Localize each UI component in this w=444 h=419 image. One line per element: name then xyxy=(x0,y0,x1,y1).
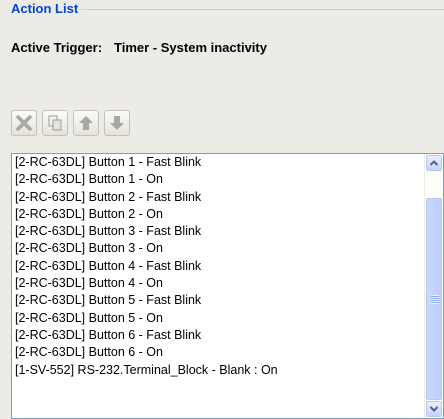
list-item[interactable]: [2-RC-63DL] Button 5 - On xyxy=(12,310,425,327)
action-listbox[interactable]: [2-RC-63DL] Button 1 - Fast Blink [2-RC-… xyxy=(11,153,444,419)
list-item[interactable]: [2-RC-63DL] Button 3 - Fast Blink xyxy=(12,223,425,240)
arrow-down-icon xyxy=(110,116,124,130)
group-box-line xyxy=(75,9,444,10)
arrow-up-icon xyxy=(79,116,93,130)
action-items: [2-RC-63DL] Button 1 - Fast Blink [2-RC-… xyxy=(12,154,425,418)
action-toolbar xyxy=(11,110,130,136)
list-item[interactable]: [2-RC-63DL] Button 2 - Fast Blink xyxy=(12,189,425,206)
scroll-up-button[interactable] xyxy=(426,155,442,171)
group-box-title: Action List xyxy=(11,1,82,16)
scrollbar-thumb[interactable] xyxy=(426,198,442,400)
chevron-up-icon xyxy=(429,160,439,166)
list-item[interactable]: [1-SV-552] RS-232.Terminal_Block - Blank… xyxy=(12,362,425,379)
list-item[interactable]: [2-RC-63DL] Button 2 - On xyxy=(12,206,425,223)
vertical-scrollbar[interactable] xyxy=(424,154,443,418)
list-item[interactable]: [2-RC-63DL] Button 1 - On xyxy=(12,171,425,188)
list-item[interactable]: [2-RC-63DL] Button 1 - Fast Blink xyxy=(12,154,425,171)
x-delete-icon xyxy=(16,115,32,131)
scrollbar-grip xyxy=(431,295,439,304)
list-item[interactable]: [2-RC-63DL] Button 6 - Fast Blink xyxy=(12,327,425,344)
list-item[interactable]: [2-RC-63DL] Button 4 - On xyxy=(12,275,425,292)
trigger-value: Timer - System inactivity xyxy=(114,40,267,55)
list-item[interactable]: [2-RC-63DL] Button 6 - On xyxy=(12,344,425,361)
list-item[interactable]: [2-RC-63DL] Button 4 - Fast Blink xyxy=(12,258,425,275)
trigger-label: Active Trigger: xyxy=(11,40,103,55)
move-down-button[interactable] xyxy=(104,110,130,136)
active-trigger-row: Active Trigger: Timer - System inactivity xyxy=(11,40,267,55)
copy-pages-icon xyxy=(48,115,62,131)
copy-action-button[interactable] xyxy=(42,110,68,136)
scroll-down-button[interactable] xyxy=(426,401,442,417)
chevron-down-icon xyxy=(429,406,439,412)
list-item[interactable]: [2-RC-63DL] Button 3 - On xyxy=(12,240,425,257)
move-up-button[interactable] xyxy=(73,110,99,136)
list-item[interactable]: [2-RC-63DL] Button 5 - Fast Blink xyxy=(12,292,425,309)
delete-action-button[interactable] xyxy=(11,110,37,136)
